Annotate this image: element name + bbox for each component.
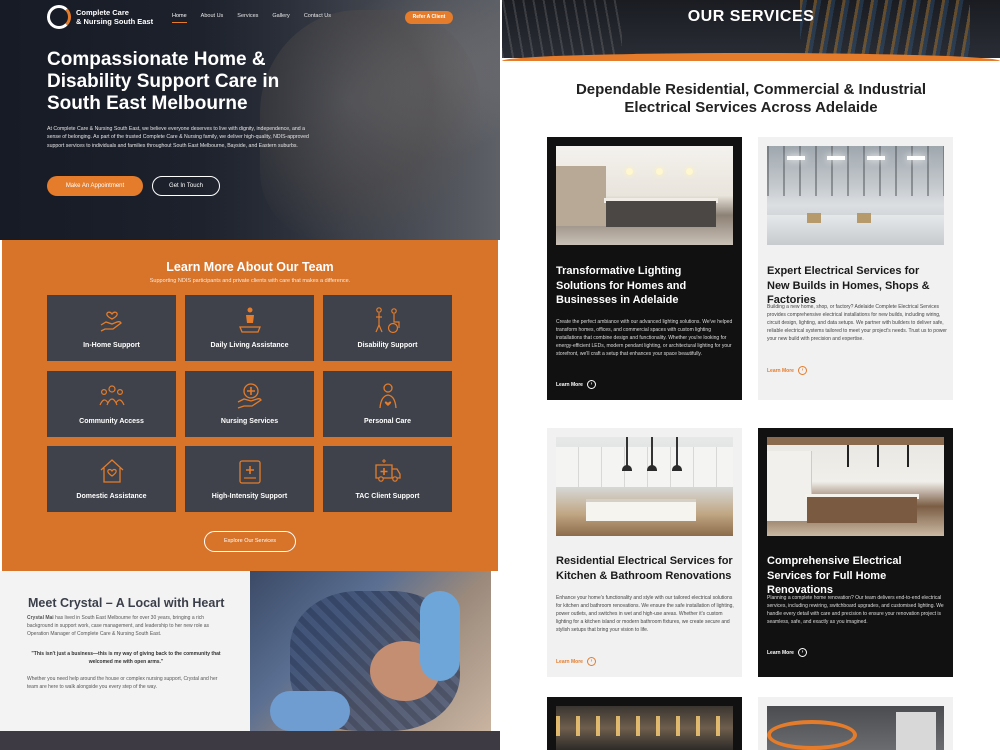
logo-mark-icon	[47, 5, 71, 29]
arrow-right-icon: ›	[586, 657, 596, 666]
learn-more-link[interactable]: Learn More ›	[556, 380, 596, 389]
brand-line-1: Complete Care	[76, 8, 129, 17]
service-tile-domestic-assistance[interactable]: Domestic Assistance	[47, 446, 176, 512]
hero-description: At Complete Care & Nursing South East, w…	[47, 126, 309, 149]
service-card-kitchen-bathroom[interactable]: Residential Electrical Services for Kitc…	[547, 428, 742, 677]
service-tile-tac-client[interactable]: TAC Client Support	[323, 446, 452, 512]
card-image	[767, 706, 944, 750]
card-description: Planning a complete home renovation? Our…	[767, 595, 944, 625]
card-description: Enhance your home's functionality and st…	[556, 595, 734, 633]
nav-link-about[interactable]: About Us	[201, 13, 224, 19]
service-card-partial[interactable]	[547, 697, 742, 750]
card-image	[767, 146, 944, 245]
service-tile-label: High-Intensity Support	[211, 493, 288, 500]
hand-heart-icon	[100, 311, 122, 332]
card-title: Expert Electrical Services for New Build…	[767, 265, 930, 306]
service-tile-label: Personal Care	[363, 418, 412, 425]
make-appointment-button[interactable]: Make An Appointment	[47, 176, 143, 196]
card-description: Create the perfect ambiance with our adv…	[556, 319, 733, 357]
crystal-photo	[250, 571, 491, 731]
learn-more-label: Learn More	[556, 381, 583, 388]
learn-more-label: Learn More	[767, 367, 794, 374]
service-tile-daily-living[interactable]: Daily Living Assistance	[185, 295, 314, 361]
get-in-touch-button[interactable]: Get In Touch	[152, 176, 220, 196]
service-tile-label: Daily Living Assistance	[210, 342, 289, 349]
service-card-full-renovation[interactable]: Comprehensive Electrical Services for Fu…	[758, 428, 953, 677]
service-tile-label: Domestic Assistance	[76, 493, 147, 500]
service-card-partial[interactable]	[758, 697, 953, 750]
card-title: Residential Electrical Services for Kitc…	[556, 555, 733, 582]
service-tile-community-access[interactable]: Community Access	[47, 371, 176, 437]
person-helping-icon	[238, 307, 261, 333]
crystal-closing: Whether you need help around the house o…	[27, 676, 218, 690]
card-image	[556, 706, 733, 750]
crystal-intro-text: has lived in South East Melbourne for ov…	[27, 615, 210, 637]
arrow-right-icon: ›	[797, 366, 807, 375]
crystal-title: Meet Crystal – A Local with Heart	[28, 596, 225, 610]
card-title: Comprehensive Electrical Services for Fu…	[767, 555, 902, 596]
arrow-right-icon: ›	[797, 648, 807, 657]
service-tile-label: TAC Client Support	[355, 493, 420, 500]
care-website-panel: Complete Care & Nursing South East Home …	[0, 0, 500, 750]
top-nav: Complete Care & Nursing South East Home …	[0, 0, 500, 36]
explore-services-button[interactable]: Explore Our Services	[204, 531, 296, 552]
learn-more-label: Learn More	[556, 658, 583, 665]
crystal-quote: "This isn't just a business—this is my w…	[31, 651, 221, 665]
electrical-website-panel: OUR SERVICES Dependable Residential, Com…	[502, 0, 1000, 750]
team-section: Learn More About Our Team Supporting NDI…	[2, 240, 498, 571]
community-group-icon	[98, 385, 125, 406]
team-title: Learn More About Our Team	[166, 260, 334, 274]
arrow-right-icon: ›	[586, 380, 596, 389]
nav-links: Home About Us Services Gallery Contact U…	[172, 13, 345, 23]
services-heading: Dependable Residential, Commercial & Ind…	[575, 81, 927, 116]
service-tile-label: Disability Support	[357, 342, 418, 349]
card-image	[556, 146, 733, 245]
crystal-name: Crystal Mai	[27, 615, 54, 621]
person-care-icon	[378, 383, 397, 409]
service-tile-label: In-Home Support	[83, 342, 140, 349]
service-tile-personal-care[interactable]: Personal Care	[323, 371, 452, 437]
ambulance-icon	[374, 459, 401, 482]
nav-link-services[interactable]: Services	[237, 13, 258, 19]
nav-link-contact[interactable]: Contact Us	[304, 13, 331, 19]
services-banner-title: OUR SERVICES	[687, 8, 815, 25]
card-image	[556, 437, 733, 536]
medical-report-icon	[238, 460, 261, 484]
learn-more-link[interactable]: Learn More ›	[767, 366, 807, 375]
service-card-lighting[interactable]: Transformative Lighting Solutions for Ho…	[547, 137, 742, 400]
home-heart-icon	[100, 459, 123, 483]
service-tile-in-home-support[interactable]: In-Home Support	[47, 295, 176, 361]
service-tile-label: Nursing Services	[220, 418, 279, 425]
services-banner: OUR SERVICES	[502, 0, 1000, 61]
brand-line-2: & Nursing South East	[76, 17, 154, 26]
nav-link-home[interactable]: Home	[172, 13, 187, 23]
hero-section: Complete Care & Nursing South East Home …	[0, 0, 500, 240]
card-image	[767, 437, 944, 536]
card-description: Building a new home, shop, or factory? A…	[767, 304, 947, 342]
refer-client-button[interactable]: Refer A Client	[405, 11, 453, 24]
learn-more-label: Learn More	[767, 649, 794, 656]
team-subtitle: Supporting NDIS participants and private…	[149, 278, 351, 284]
service-tile-high-intensity[interactable]: High-Intensity Support	[185, 446, 314, 512]
footer-bar	[0, 731, 500, 750]
hero-title: Compassionate Home & Disability Support …	[47, 49, 280, 114]
service-tile-nursing-services[interactable]: Nursing Services	[185, 371, 314, 437]
nav-link-gallery[interactable]: Gallery	[272, 13, 289, 19]
service-tile-disability-support[interactable]: Disability Support	[323, 295, 452, 361]
medical-cross-hand-icon	[237, 383, 262, 409]
crystal-intro: Crystal Mai has lived in South East Melb…	[27, 614, 225, 638]
brand-logo[interactable]: Complete Care & Nursing South East	[47, 5, 153, 29]
service-tile-label: Community Access	[79, 418, 144, 425]
wheelchair-icon	[374, 307, 400, 334]
learn-more-link[interactable]: Learn More ›	[767, 648, 807, 657]
meet-crystal-section: Meet Crystal – A Local with Heart Crysta…	[0, 571, 500, 750]
learn-more-link[interactable]: Learn More ›	[556, 657, 596, 666]
card-title: Transformative Lighting Solutions for Ho…	[556, 265, 687, 306]
service-card-new-builds[interactable]: Expert Electrical Services for New Build…	[758, 137, 953, 400]
